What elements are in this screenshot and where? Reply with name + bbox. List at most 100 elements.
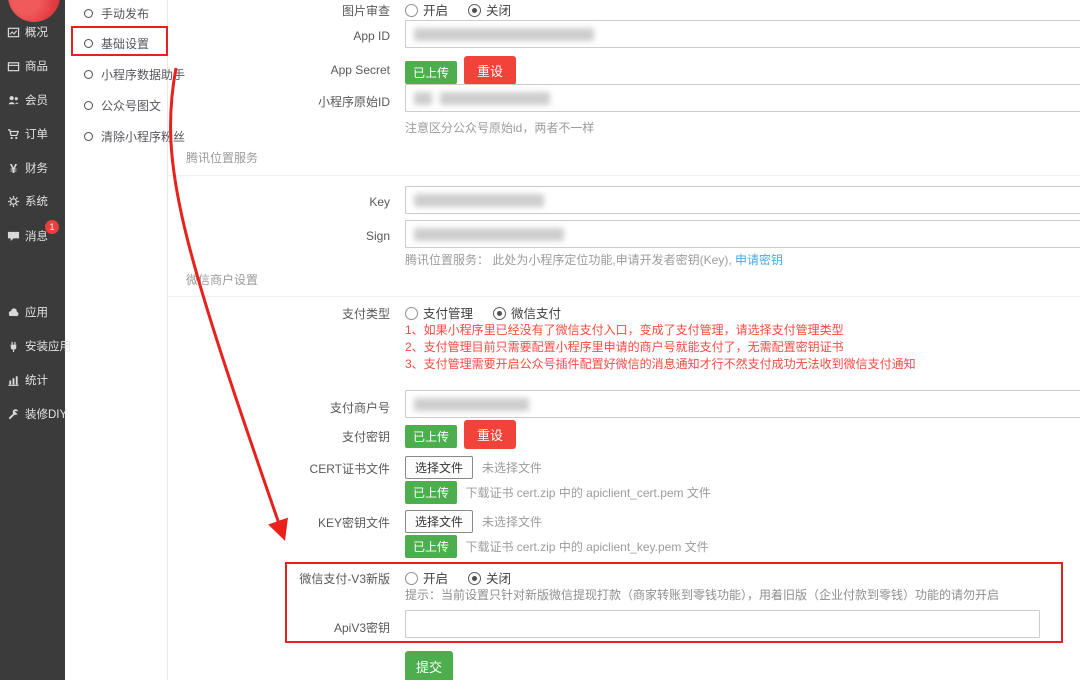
finance-icon: ¥ [7, 161, 20, 176]
app-id-input[interactable] [405, 20, 1080, 48]
apiv3-input[interactable] [405, 610, 1040, 638]
orders-icon [7, 128, 20, 141]
sidebar-item-goods[interactable]: 商品 [7, 58, 48, 74]
pay-type-wechat-radio[interactable] [493, 307, 506, 320]
merchant-id-input[interactable] [405, 390, 1080, 418]
submenu-item-basic-settings[interactable]: 基础设置 [84, 34, 149, 52]
key-file-hint: 下载证书 cert.zip 中的 apiclient_key.pem 文件 [465, 540, 708, 554]
sidebar-item-label: 安装应用 [25, 338, 71, 354]
sign-hint: 腾讯位置服务： 此处为小程序定位功能,申请开发者密钥(Key), 申请密钥 [405, 251, 783, 268]
sidebar-item-label: 订单 [25, 126, 48, 142]
section-divider [168, 175, 1080, 176]
radio-circle-icon [84, 132, 93, 141]
uploaded-badge: 已上传 [405, 61, 457, 84]
pay-secret-reset-button[interactable]: 重设 [464, 420, 516, 449]
radio-option-label[interactable]: 关闭 [486, 572, 511, 586]
app-secret-reset-button[interactable]: 重设 [464, 56, 516, 85]
sidebar-item-stats[interactable]: 统计 [7, 372, 48, 388]
v3-hint: 提示：当前设置只针对新版微信提现打款（商家转账到零钱功能），用着旧版（企业付款到… [405, 586, 999, 603]
members-icon [7, 94, 20, 107]
overview-icon [7, 26, 20, 39]
key-no-file-text: 未选择文件 [482, 515, 542, 529]
submenu: 手动发布 基础设置 小程序数据助手 公众号图文 清除小程序粉丝 [65, 0, 168, 680]
image-review-off-radio[interactable] [468, 4, 481, 17]
section-divider [168, 296, 1080, 297]
submenu-item-miniprogram-data-helper[interactable]: 小程序数据助手 [84, 65, 185, 83]
field-label: 小程序原始ID [168, 93, 390, 110]
key-choose-file-button[interactable]: 选择文件 [405, 510, 473, 533]
radio-circle-icon [84, 70, 93, 79]
submenu-item-manual-publish[interactable]: 手动发布 [84, 4, 149, 22]
pay-type-note-3: 3、支付管理需要开启公众号插件配置好微信的消息通知才行不然支付成功无法收到微信支… [405, 356, 916, 373]
submenu-item-official-account-articles[interactable]: 公众号图文 [84, 96, 161, 114]
sidebar-item-finance[interactable]: ¥ 财务 [7, 160, 48, 176]
pay-type-note-1: 1、如果小程序里已经没有了微信支付入口，变成了支付管理，请选择支付管理类型 [405, 322, 844, 339]
install-app-icon [7, 340, 20, 353]
origin-id-hint: 注意区分公众号原始id，两者不一样 [405, 119, 594, 136]
field-label: ApiV3密钥 [168, 619, 390, 636]
sidebar-item-label: 财务 [25, 160, 48, 176]
redacted-value [414, 28, 594, 41]
app-logo[interactable] [8, 0, 60, 22]
key-input[interactable] [405, 186, 1080, 214]
sidebar-item-label: 装修DIY [25, 406, 67, 422]
sidebar-item-apps[interactable]: 应用 [7, 304, 48, 320]
radio-option-label[interactable]: 支付管理 [423, 307, 473, 321]
cert-choose-file-button[interactable]: 选择文件 [405, 456, 473, 479]
pay-type-manage-radio[interactable] [405, 307, 418, 320]
field-label: Key [168, 195, 390, 209]
apply-key-link[interactable]: 申请密钥 [735, 253, 783, 267]
section-title-tencent-location: 腾讯位置服务 [186, 149, 258, 166]
message-icon [7, 230, 20, 243]
radio-circle-icon [84, 101, 93, 110]
sidebar-item-label: 概况 [25, 24, 48, 40]
redacted-value [414, 194, 544, 207]
radio-circle-icon [84, 9, 93, 18]
sidebar-item-label: 消息 [25, 228, 48, 244]
sidebar-item-label: 系统 [25, 193, 48, 209]
field-label: Sign [168, 229, 390, 243]
pay-type-note-2: 2、支付管理目前只需要配置小程序里申请的商户号就能支付了，无需配置密钥证书 [405, 339, 844, 356]
sidebar-item-members[interactable]: 会员 [7, 92, 48, 108]
field-label: 支付类型 [168, 305, 390, 322]
radio-option-label[interactable]: 开启 [423, 572, 448, 586]
sidebar-item-overview[interactable]: 概况 [7, 24, 48, 40]
sidebar-item-decorate-diy[interactable]: 装修DIY [7, 406, 67, 422]
radio-option-label[interactable]: 微信支付 [511, 307, 561, 321]
uploaded-badge: 已上传 [405, 481, 457, 504]
sign-input[interactable] [405, 220, 1080, 248]
sidebar-item-label: 会员 [25, 92, 48, 108]
message-count-badge: 1 [45, 220, 59, 234]
field-label: KEY密钥文件 [168, 514, 390, 531]
decorate-diy-icon [7, 408, 20, 421]
v3-on-radio[interactable] [405, 572, 418, 585]
sidebar-item-label: 商品 [25, 58, 48, 74]
submit-button[interactable]: 提交 [405, 651, 453, 680]
submenu-item-label: 小程序数据助手 [101, 66, 185, 83]
sidebar-item-orders[interactable]: 订单 [7, 126, 48, 142]
submenu-item-label: 公众号图文 [101, 97, 161, 114]
redacted-value [414, 228, 564, 241]
submenu-item-clear-miniprogram-fans[interactable]: 清除小程序粉丝 [84, 127, 185, 145]
submenu-item-label: 清除小程序粉丝 [101, 128, 185, 145]
v3-off-radio[interactable] [468, 572, 481, 585]
origin-id-input[interactable] [405, 84, 1080, 112]
image-review-on-radio[interactable] [405, 4, 418, 17]
sidebar-item-install-app[interactable]: 安装应用 [7, 338, 71, 354]
radio-option-label[interactable]: 开启 [423, 4, 448, 18]
cert-file-hint: 下载证书 cert.zip 中的 apiclient_cert.pem 文件 [465, 486, 710, 500]
radio-option-label[interactable]: 关闭 [486, 4, 511, 18]
submenu-item-label: 基础设置 [101, 35, 149, 52]
redacted-value [414, 92, 432, 105]
field-label: App ID [168, 29, 390, 43]
radio-circle-icon [84, 39, 93, 48]
goods-icon [7, 60, 20, 73]
sidebar-item-system[interactable]: 系统 [7, 193, 48, 209]
sidebar-item-label: 应用 [25, 304, 48, 320]
apps-icon [7, 306, 20, 319]
system-icon [7, 195, 20, 208]
sign-hint-text: 腾讯位置服务： 此处为小程序定位功能,申请开发者密钥(Key), [405, 253, 735, 267]
sidebar-item-messages[interactable]: 消息 [7, 228, 48, 244]
sidebar: 概况 商品 会员 订单 ¥ 财务 系统 消息 1 应用 [0, 0, 65, 680]
section-title-wechat-merchant: 微信商户设置 [186, 271, 258, 288]
